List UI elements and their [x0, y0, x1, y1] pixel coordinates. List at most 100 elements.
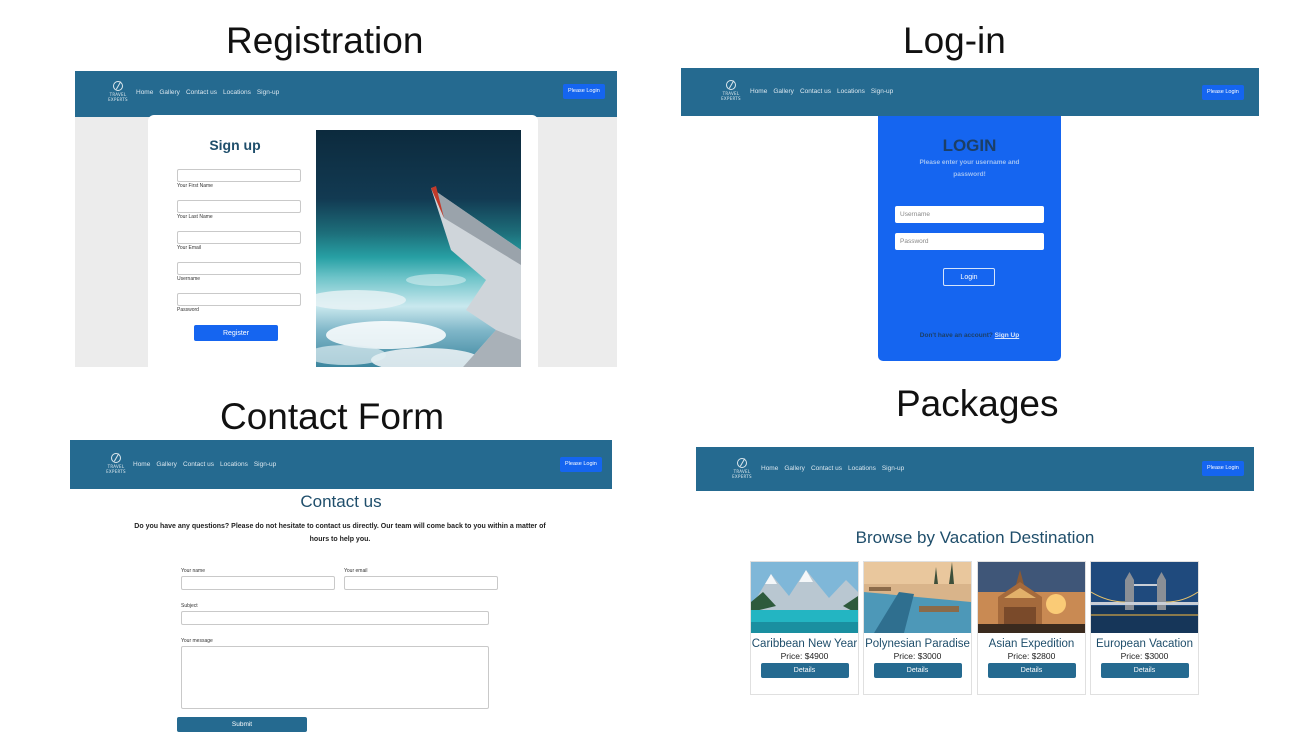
submit-button[interactable]: Submit: [177, 717, 307, 732]
nav-link-home[interactable]: Home: [136, 89, 153, 96]
thai-temple-sunset-photo: [978, 562, 1085, 633]
nav-link-locations[interactable]: Locations: [848, 465, 876, 472]
password-input[interactable]: Password: [895, 233, 1044, 250]
nav-link-contact[interactable]: Contact us: [186, 89, 217, 96]
package-price: Price: $3000: [1120, 651, 1169, 661]
package-name: Caribbean New Year: [751, 638, 858, 650]
nav-link-signup[interactable]: Sign-up: [257, 89, 279, 96]
details-button[interactable]: Details: [760, 663, 849, 678]
nav-link-locations[interactable]: Locations: [837, 88, 865, 95]
package-name: Asian Expedition: [988, 638, 1075, 650]
last-name-input[interactable]: [177, 200, 301, 213]
nav-link-home[interactable]: Home: [761, 465, 778, 472]
no-account-text: Don't have an account?: [919, 332, 993, 339]
navbar: TRAVEL EXPERTS Home Gallery Contact us L…: [70, 440, 612, 489]
username-input[interactable]: [177, 262, 301, 275]
please-login-button[interactable]: Please Login: [1202, 85, 1244, 100]
login-heading: Log-in: [903, 20, 1006, 61]
tower-bridge-night-photo: [1091, 562, 1198, 633]
logo-text: TRAVEL EXPERTS: [106, 464, 126, 474]
signup-title: Sign up: [209, 137, 261, 153]
email-input[interactable]: [177, 231, 301, 244]
login-title: LOGIN: [942, 136, 997, 155]
travel-experts-logo[interactable]: TRAVEL EXPERTS: [107, 81, 129, 107]
nav-link-signup[interactable]: Sign-up: [871, 88, 893, 95]
nav-link-home[interactable]: Home: [750, 88, 767, 95]
username-field: Username: [177, 262, 301, 282]
message-textarea[interactable]: [181, 646, 489, 709]
package-price: Price: $4900: [780, 651, 829, 661]
password-label: Password: [177, 307, 199, 313]
email-label: Your Email: [177, 245, 201, 251]
message-label: Your message: [181, 638, 213, 644]
password-field: Password: [177, 293, 301, 313]
email-field: Your Email: [177, 231, 301, 251]
login-button[interactable]: Login: [943, 268, 995, 286]
details-button[interactable]: Details: [873, 663, 962, 678]
travel-experts-logo-icon: [111, 453, 121, 463]
navbar: TRAVEL EXPERTS Home Gallery Contact us L…: [696, 447, 1254, 491]
signup-card: Sign up Your First Name Your Last Name Y…: [148, 115, 538, 367]
contact-intro: Do you have any questions? Please do not…: [134, 523, 546, 543]
browse-title: Browse by Vacation Destination: [855, 528, 1095, 547]
name-input[interactable]: [181, 576, 335, 590]
signup-prompt: Don't have an account? Sign Up: [878, 332, 1061, 339]
last-name-field: Your Last Name: [177, 200, 301, 220]
nav-links: Home Gallery Contact us Locations Sign-u…: [133, 461, 276, 468]
navbar: TRAVEL EXPERTS Home Gallery Contact us L…: [75, 71, 617, 117]
contact-title: Contact us: [300, 492, 382, 511]
nav-links: Home Gallery Contact us Locations Sign-u…: [750, 88, 893, 95]
registration-screenshot: TRAVEL EXPERTS Home Gallery Contact us L…: [75, 71, 617, 367]
first-name-field: Your First Name: [177, 169, 301, 189]
travel-experts-logo[interactable]: TRAVEL EXPERTS: [731, 458, 753, 484]
email-label: Your email: [344, 568, 368, 574]
nav-link-gallery[interactable]: Gallery: [156, 461, 177, 468]
password-input[interactable]: [177, 293, 301, 306]
nav-link-home[interactable]: Home: [133, 461, 150, 468]
login-screenshot: TRAVEL EXPERTS Home Gallery Contact us L…: [681, 68, 1259, 369]
please-login-button[interactable]: Please Login: [1202, 461, 1244, 476]
contact-form-screenshot: TRAVEL EXPERTS Home Gallery Contact us L…: [70, 440, 612, 742]
register-button[interactable]: Register: [194, 325, 278, 341]
nav-link-signup[interactable]: Sign-up: [254, 461, 276, 468]
registration-heading: Registration: [226, 20, 424, 61]
navbar: TRAVEL EXPERTS Home Gallery Contact us L…: [681, 68, 1259, 116]
name-label: Your name: [181, 568, 205, 574]
login-card: LOGIN Please enter your username and pas…: [878, 116, 1061, 361]
subject-input[interactable]: [181, 611, 489, 625]
nav-link-gallery[interactable]: Gallery: [159, 89, 180, 96]
mountain-lake-photo: [751, 562, 858, 633]
package-card: Caribbean New Year Price: $4900 Details: [750, 561, 859, 695]
nav-link-contact[interactable]: Contact us: [811, 465, 842, 472]
nav-links: Home Gallery Contact us Locations Sign-u…: [761, 465, 904, 472]
nav-link-signup[interactable]: Sign-up: [882, 465, 904, 472]
package-card: Asian Expedition Price: $2800 Details: [977, 561, 1086, 695]
nav-link-contact[interactable]: Contact us: [183, 461, 214, 468]
please-login-button[interactable]: Please Login: [563, 84, 605, 99]
first-name-input[interactable]: [177, 169, 301, 182]
travel-experts-logo-icon: [737, 458, 747, 468]
contact-form-heading: Contact Form: [220, 396, 445, 437]
package-name: Polynesian Paradise: [865, 638, 970, 650]
travel-experts-logo[interactable]: TRAVEL EXPERTS: [720, 80, 742, 106]
please-login-button[interactable]: Please Login: [560, 457, 602, 472]
package-price: Price: $3000: [893, 651, 942, 661]
logo-text: TRAVEL EXPERTS: [108, 92, 128, 102]
nav-link-gallery[interactable]: Gallery: [773, 88, 794, 95]
travel-experts-logo-icon: [113, 81, 123, 91]
logo-text: TRAVEL EXPERTS: [732, 469, 752, 479]
username-input[interactable]: Username: [895, 206, 1044, 223]
travel-experts-logo[interactable]: TRAVEL EXPERTS: [105, 453, 127, 479]
airplane-wing-photo: [316, 130, 521, 367]
email-input[interactable]: [344, 576, 498, 590]
nav-link-gallery[interactable]: Gallery: [784, 465, 805, 472]
nav-link-locations[interactable]: Locations: [223, 89, 251, 96]
resort-pool-photo: [864, 562, 971, 633]
nav-link-contact[interactable]: Contact us: [800, 88, 831, 95]
details-button[interactable]: Details: [987, 663, 1076, 678]
signup-link[interactable]: Sign Up: [995, 332, 1020, 339]
nav-link-locations[interactable]: Locations: [220, 461, 248, 468]
details-button[interactable]: Details: [1100, 663, 1189, 678]
package-price: Price: $2800: [1007, 651, 1056, 661]
login-subtitle: Please enter your username and password!: [919, 159, 1020, 178]
